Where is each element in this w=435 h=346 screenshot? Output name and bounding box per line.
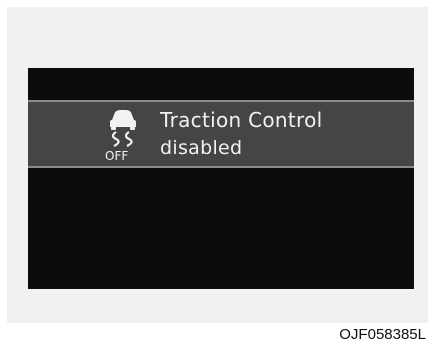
- icon-off-label: OFF: [105, 149, 128, 163]
- traction-control-off-icon: OFF: [105, 110, 136, 163]
- warning-message-banner: OFF Traction Control disabled: [28, 100, 414, 168]
- message-subtitle: disabled: [160, 137, 243, 159]
- message-title: Traction Control: [160, 108, 323, 132]
- cluster-display: OFF Traction Control disabled: [28, 68, 414, 289]
- figure-reference-code: OJF058385L: [339, 326, 426, 343]
